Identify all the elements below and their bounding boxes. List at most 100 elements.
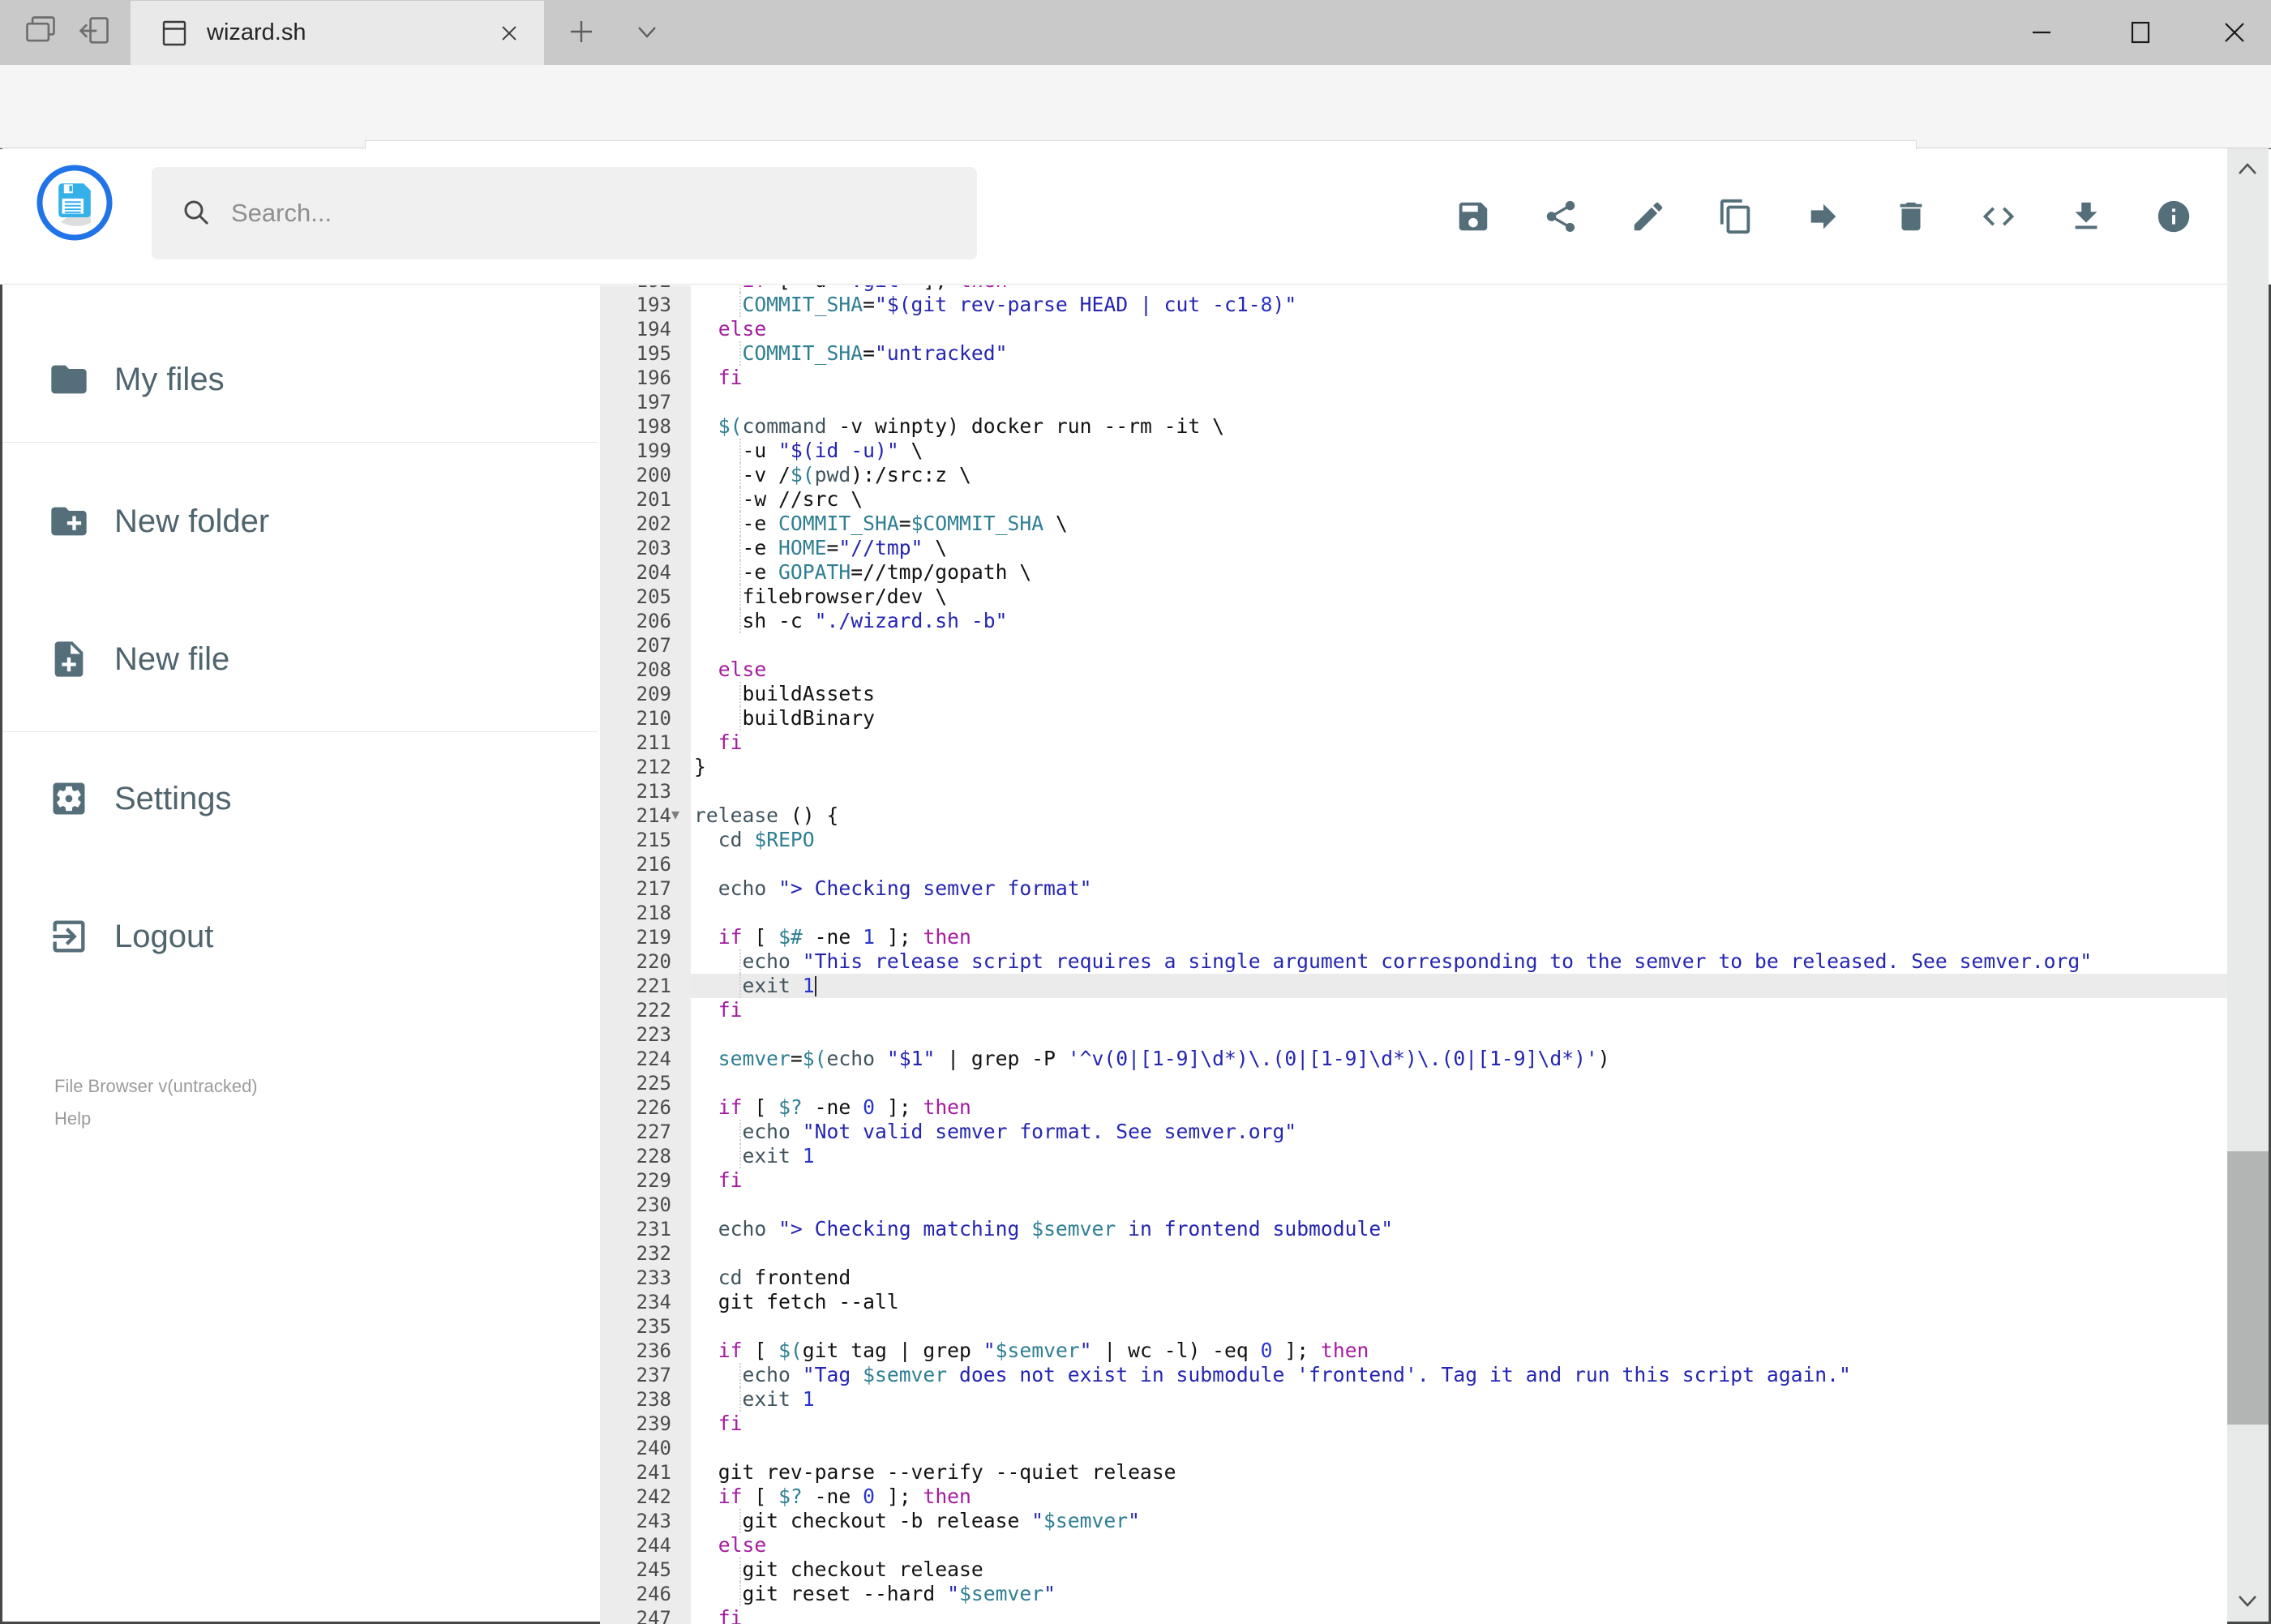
fold-arrow-icon[interactable]: ▾ — [671, 802, 679, 826]
scroll-down-icon[interactable] — [2233, 1586, 2262, 1615]
code-line[interactable]: 202 -e COMMIT_SHA=$COMMIT_SHA \ — [600, 512, 2227, 536]
code-line[interactable]: 210 buildBinary — [600, 706, 2227, 731]
share-file-icon[interactable] — [1542, 198, 1579, 235]
code-line[interactable]: 238 exit 1 — [600, 1387, 2227, 1412]
settings-icon — [48, 778, 90, 820]
code-line[interactable]: 213 — [600, 779, 2227, 803]
line-number: 199 — [636, 439, 671, 462]
code-line[interactable]: 200 -v /$(pwd):/src:z \ — [600, 463, 2227, 487]
code-line[interactable]: 216 — [600, 852, 2227, 876]
code-line[interactable]: 225 — [600, 1071, 2227, 1095]
line-number: 238 — [636, 1388, 671, 1411]
tab-close-icon[interactable] — [497, 21, 521, 45]
code-line[interactable]: 223 — [600, 1022, 2227, 1047]
code-line[interactable]: 207 — [600, 633, 2227, 658]
code-line[interactable]: 245 git checkout release — [600, 1558, 2227, 1582]
code-line[interactable]: 203 -e HOME="//tmp" \ — [600, 536, 2227, 560]
move-icon[interactable] — [1805, 198, 1842, 235]
set-tabs-aside-icon[interactable] — [75, 13, 114, 52]
save-icon[interactable] — [1455, 198, 1492, 235]
code-line[interactable]: 206 sh -c "./wizard.sh -b" — [600, 609, 2227, 633]
code-line[interactable]: 221 exit 1 — [600, 974, 2227, 998]
new-tab-icon[interactable] — [568, 18, 606, 57]
sidebar: My files New folder New file Settings Lo… — [2, 285, 598, 1622]
info-icon[interactable] — [2155, 198, 2192, 235]
minimize-button[interactable] — [2001, 0, 2082, 65]
indent-guide — [739, 1120, 741, 1144]
code-line[interactable]: 208 else — [600, 658, 2227, 682]
code-line[interactable]: 209 buildAssets — [600, 682, 2227, 706]
indent-guide — [739, 1363, 741, 1387]
scroll-up-icon[interactable] — [2233, 155, 2262, 184]
code-line[interactable]: 246 git reset --hard "$semver" — [600, 1582, 2227, 1606]
code-line[interactable]: 244 else — [600, 1533, 2227, 1558]
code-line[interactable]: 215 cd $REPO — [600, 828, 2227, 852]
code-line[interactable]: 197 — [600, 390, 2227, 414]
code-text: filebrowser/dev \ — [694, 585, 948, 608]
line-number: 228 — [636, 1145, 671, 1168]
download-icon[interactable] — [2067, 198, 2105, 235]
code-line[interactable]: 232 — [600, 1241, 2227, 1266]
page-scrollbar[interactable] — [2227, 148, 2269, 1622]
code-line[interactable]: 211 fi — [600, 731, 2227, 755]
code-line[interactable]: 237 echo "Tag $semver does not exist in … — [600, 1363, 2227, 1387]
line-number: 230 — [636, 1193, 671, 1216]
maximize-button[interactable] — [2100, 0, 2181, 65]
line-number: 239 — [636, 1412, 671, 1435]
code-line[interactable]: 234 git fetch --all — [600, 1290, 2227, 1314]
search-input[interactable]: Search... — [152, 167, 977, 259]
code-line[interactable]: 220 echo "This release script requires a… — [600, 949, 2227, 974]
code-line[interactable]: 228 exit 1 — [600, 1144, 2227, 1168]
tab-list-chevron-icon[interactable] — [634, 21, 673, 60]
code-line[interactable]: 236 if [ $(git tag | grep "$semver" | wc… — [600, 1339, 2227, 1363]
code-editor[interactable]: 192 if [ -d ".git" ]; then193 COMMIT_SHA… — [600, 285, 2227, 1624]
line-number: 218 — [636, 902, 671, 924]
code-line[interactable]: 199 -u "$(id -u)" \ — [600, 439, 2227, 463]
code-line[interactable]: 233 cd frontend — [600, 1266, 2227, 1290]
sidebar-item-logout[interactable]: Logout — [2, 902, 598, 971]
code-line[interactable]: 201 -w //src \ — [600, 487, 2227, 512]
code-line[interactable]: 231 echo "> Checking matching $semver in… — [600, 1217, 2227, 1241]
code-line[interactable]: 205 filebrowser/dev \ — [600, 585, 2227, 609]
code-line[interactable]: 224 semver=$(echo "$1" | grep -P '^v(0|[… — [600, 1047, 2227, 1071]
copy-icon[interactable] — [1717, 198, 1755, 235]
code-line[interactable]: 195 COMMIT_SHA="untracked" — [600, 341, 2227, 366]
tab-wizard-sh[interactable]: wizard.sh — [131, 1, 544, 65]
code-line[interactable]: 198 $(command -v winpty) docker run --rm… — [600, 414, 2227, 439]
code-view-icon[interactable] — [1980, 198, 2017, 235]
code-line[interactable]: 240 — [600, 1436, 2227, 1460]
code-line[interactable]: 219 if [ $# -ne 1 ]; then — [600, 925, 2227, 949]
filebrowser-logo-icon — [36, 164, 114, 242]
scrollbar-thumb[interactable] — [2227, 1151, 2269, 1425]
code-line[interactable]: 217 echo "> Checking semver format" — [600, 876, 2227, 901]
code-line[interactable]: 241 git rev-parse --verify --quiet relea… — [600, 1460, 2227, 1485]
sidebar-item-my-files[interactable]: My files — [2, 345, 598, 413]
code-line[interactable]: 226 if [ $? -ne 0 ]; then — [600, 1095, 2227, 1120]
code-line[interactable]: 212} — [600, 755, 2227, 779]
code-line[interactable]: 243 git checkout -b release "$semver" — [600, 1509, 2227, 1533]
sidebar-item-new-folder[interactable]: New folder — [2, 487, 598, 555]
code-line[interactable]: 239 fi — [600, 1412, 2227, 1436]
code-line[interactable]: 242 if [ $? -ne 0 ]; then — [600, 1485, 2227, 1509]
delete-icon[interactable] — [1892, 198, 1930, 235]
code-line[interactable]: 227 echo "Not valid semver format. See s… — [600, 1120, 2227, 1144]
code-line[interactable]: 193 COMMIT_SHA="$(git rev-parse HEAD | c… — [600, 293, 2227, 317]
code-line[interactable]: 218 — [600, 901, 2227, 925]
code-line[interactable]: 196 fi — [600, 366, 2227, 390]
tab-preview-icon[interactable] — [21, 13, 60, 52]
line-number: 197 — [636, 391, 671, 413]
code-line[interactable]: 192 if [ -d ".git" ]; then — [600, 285, 2227, 293]
code-line[interactable]: 247 fi — [600, 1606, 2227, 1624]
code-line[interactable]: 204 -e GOPATH=//tmp/gopath \ — [600, 560, 2227, 585]
code-line[interactable]: 230 — [600, 1193, 2227, 1217]
code-line[interactable]: 194 else — [600, 317, 2227, 341]
edit-icon[interactable] — [1630, 198, 1667, 235]
code-line[interactable]: 222 fi — [600, 998, 2227, 1022]
sidebar-item-new-file[interactable]: New file — [2, 625, 598, 693]
close-button[interactable] — [2194, 0, 2271, 65]
help-link[interactable]: Help — [54, 1103, 258, 1135]
code-line[interactable]: 235 — [600, 1314, 2227, 1339]
code-line[interactable]: 214 ▾ release () { — [600, 803, 2227, 828]
sidebar-item-settings[interactable]: Settings — [2, 765, 598, 833]
code-line[interactable]: 229 fi — [600, 1168, 2227, 1193]
